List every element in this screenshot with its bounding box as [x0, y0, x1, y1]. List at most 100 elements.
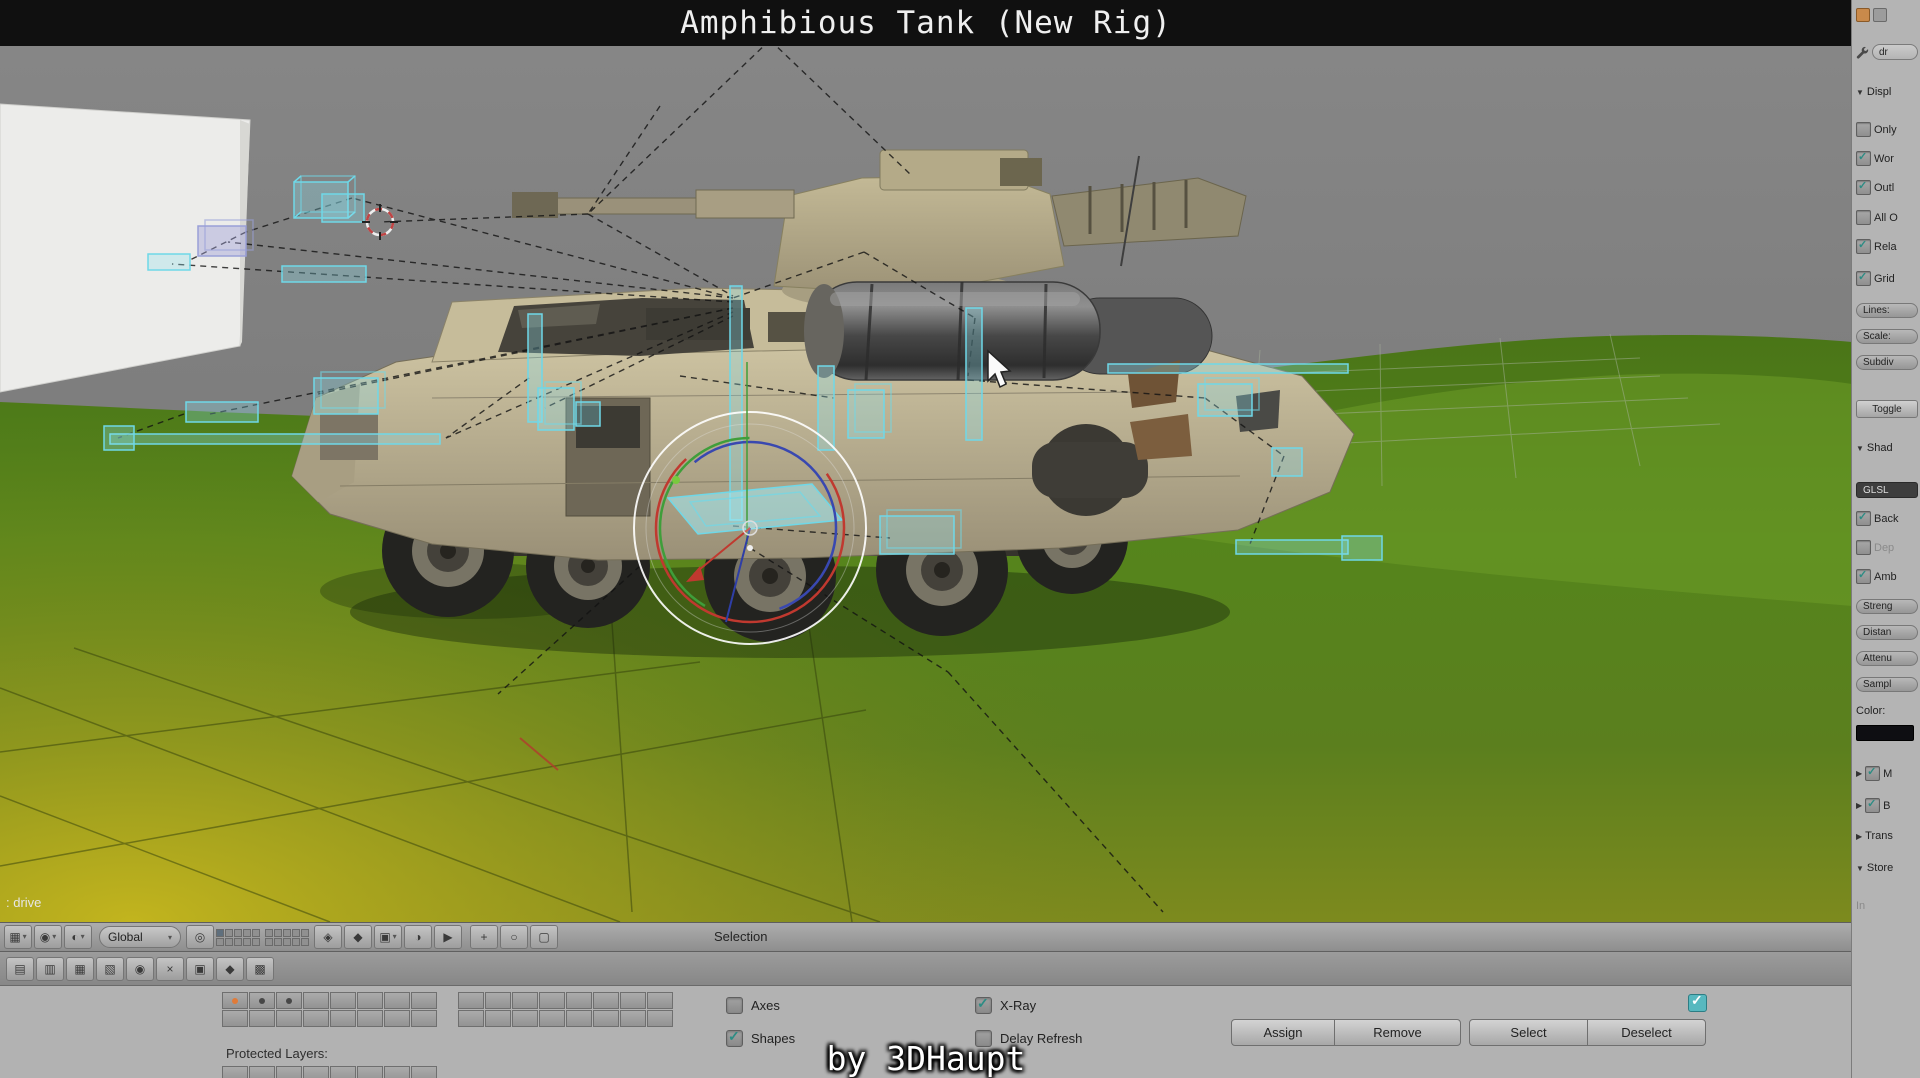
scale-slider[interactable]: Scale:	[1856, 329, 1918, 344]
grid-floor-checkbox[interactable]: ✓	[1856, 271, 1871, 286]
protected-layer-grid[interactable]	[222, 1066, 437, 1078]
scene-layers-widget-2[interactable]	[265, 928, 309, 946]
shading-section-header[interactable]: Shad	[1867, 442, 1893, 454]
render-anim-button[interactable]: ▶	[434, 925, 462, 949]
armature-toolbar-button[interactable]: ▧	[96, 956, 124, 981]
rig-control-bar	[965, 307, 983, 441]
all-object-origins-checkbox[interactable]	[1856, 210, 1871, 225]
armature-toolbar-button[interactable]: ▣	[186, 956, 214, 981]
rig-control-box	[1197, 377, 1260, 417]
armature-toolbar-button[interactable]: ◆	[216, 956, 244, 981]
distance-slider[interactable]: Distan	[1856, 625, 1918, 640]
depth-of-field-checkbox[interactable]	[1856, 540, 1871, 555]
rig-control-box	[313, 371, 386, 415]
xray-checkbox[interactable]: ✓	[975, 995, 992, 1014]
rig-control-box	[321, 193, 365, 223]
render-opengl-icon: ◑	[414, 930, 422, 944]
rig-control-box	[197, 219, 254, 257]
rig-control-box	[847, 383, 892, 439]
viewport-shading-menu[interactable]: ◐ ▾	[64, 925, 92, 949]
delay-refresh-label: Delay Refresh	[1000, 1031, 1083, 1046]
mode-menu[interactable]: ◉ ▾	[34, 925, 62, 949]
armature-toolbar-button[interactable]: ×	[156, 956, 184, 981]
scale-icon: ▢	[538, 930, 550, 944]
rig-control-box	[147, 253, 191, 271]
armature-layer-grid-2[interactable]	[458, 992, 673, 1027]
outline-selected-checkbox[interactable]: ✓	[1856, 180, 1871, 195]
armature-layers-panel: Protected Layers: Axes ✓ Shapes ✓ X-Ray …	[0, 986, 1852, 1078]
relationship-lines-checkbox[interactable]: ✓	[1856, 239, 1871, 254]
color-label: Color:	[1856, 705, 1886, 717]
ambient-occlusion-checkbox[interactable]: ✓	[1856, 569, 1871, 584]
armature-toolbar-button[interactable]: ▩	[246, 956, 274, 981]
datablock-name-field[interactable]: dr	[1872, 44, 1918, 60]
translate-icon: +	[480, 930, 488, 944]
editor-type-menu[interactable]: ▦ ▾	[4, 925, 32, 949]
shading-icon: ◐	[71, 930, 79, 944]
shapes-checkbox[interactable]: ✓	[726, 1028, 743, 1047]
manipulator-scale-button[interactable]: ▢	[530, 925, 558, 949]
render-opengl-button[interactable]: ◑	[404, 925, 432, 949]
rig-control-box	[879, 509, 962, 555]
lock-icon: ◈	[323, 930, 333, 944]
object-data-icon[interactable]	[1856, 8, 1870, 22]
armature-toolbar-button[interactable]: ▦	[66, 956, 94, 981]
armature-toolbar-button[interactable]: ▥	[36, 956, 64, 981]
only-render-checkbox[interactable]	[1856, 122, 1871, 137]
rig-control-bar	[109, 433, 441, 445]
pivot-point-menu[interactable]: ◎	[186, 925, 214, 949]
snap-toggle-button[interactable]: ◆	[344, 925, 372, 949]
samples-slider[interactable]: Sampl	[1856, 677, 1918, 692]
properties-panel: dr ▼ Displ Only ✓ Wor ✓ Outl All O ✓ Rela ✓…	[1851, 0, 1920, 1078]
page-title: Amphibious Tank (New Rig)	[680, 5, 1172, 41]
remove-button[interactable]: Remove	[1334, 1019, 1461, 1046]
armature-toolbar: ▤ ▥ ▦ ▧ ◉ × ▣ ◆ ▩	[0, 952, 1852, 986]
rig-control-box	[575, 401, 601, 427]
manipulator-translate-button[interactable]: +	[470, 925, 498, 949]
protected-layers-label: Protected Layers:	[226, 1046, 328, 1061]
collapsed-row-checkbox[interactable]: ✓	[1865, 798, 1881, 813]
snap-element-icon: ▣	[379, 930, 391, 944]
world-background-checkbox[interactable]: ✓	[1856, 151, 1871, 166]
rig-control-bar	[729, 285, 743, 521]
video-title-bar: Amphibious Tank (New Rig)	[0, 0, 1852, 46]
glsl-menu[interactable]: GLSL	[1856, 482, 1918, 498]
shelf-side-toggle[interactable]: ✓	[1688, 992, 1707, 1012]
snap-element-menu[interactable]: ▣ ▾	[374, 925, 402, 949]
transform-orientation-select[interactable]: Global ▾	[99, 926, 181, 948]
axes-checkbox[interactable]	[726, 997, 743, 1014]
xray-label: X-Ray	[1000, 998, 1037, 1013]
editor-type-icon: ▦	[9, 930, 21, 944]
armature-layer-grid-1[interactable]	[222, 992, 437, 1027]
attenuation-slider[interactable]: Attenu	[1856, 651, 1918, 666]
armature-toolbar-button[interactable]: ◉	[126, 956, 154, 981]
backface-culling-checkbox[interactable]: ✓	[1856, 511, 1871, 526]
display-section-header[interactable]: Displ	[1867, 86, 1891, 98]
strength-slider[interactable]: Streng	[1856, 599, 1918, 614]
toggle-quad-view-button[interactable]: Toggle	[1856, 400, 1918, 418]
scene-layers-widget[interactable]	[216, 928, 260, 946]
subdivisions-slider[interactable]: Subdiv	[1856, 355, 1918, 370]
lines-slider[interactable]: Lines:	[1856, 303, 1918, 318]
select-button[interactable]: Select	[1469, 1019, 1588, 1046]
render-anim-icon: ▶	[443, 930, 453, 944]
rig-control-bar	[1235, 539, 1349, 555]
panel-pin-icon[interactable]	[1873, 8, 1887, 22]
shapes-label: Shapes	[751, 1031, 796, 1046]
header-status-label: Selection	[714, 929, 768, 944]
deselect-button[interactable]: Deselect	[1587, 1019, 1706, 1046]
rig-control-bar	[1107, 363, 1349, 374]
3d-viewport[interactable]: : drive	[0, 46, 1852, 922]
delay-refresh-checkbox[interactable]	[975, 1030, 992, 1047]
lock-to-scene-button[interactable]: ◈	[314, 925, 342, 949]
assign-button[interactable]: Assign	[1231, 1019, 1335, 1046]
blender-window: Amphibious Tank (New Rig): drive ▦ ▾ ◉ …	[0, 0, 1920, 1078]
rotate-icon: ○	[510, 930, 518, 944]
rig-control-box	[1341, 535, 1383, 561]
collapsed-row-checkbox[interactable]: ✓	[1865, 766, 1881, 781]
viewport-info-text: : drive	[6, 895, 42, 910]
armature-toolbar-button[interactable]: ▤	[6, 956, 34, 981]
manipulator-rotate-button[interactable]: ○	[500, 925, 528, 949]
color-swatch[interactable]	[1856, 725, 1914, 741]
wrench-icon	[1856, 46, 1869, 59]
